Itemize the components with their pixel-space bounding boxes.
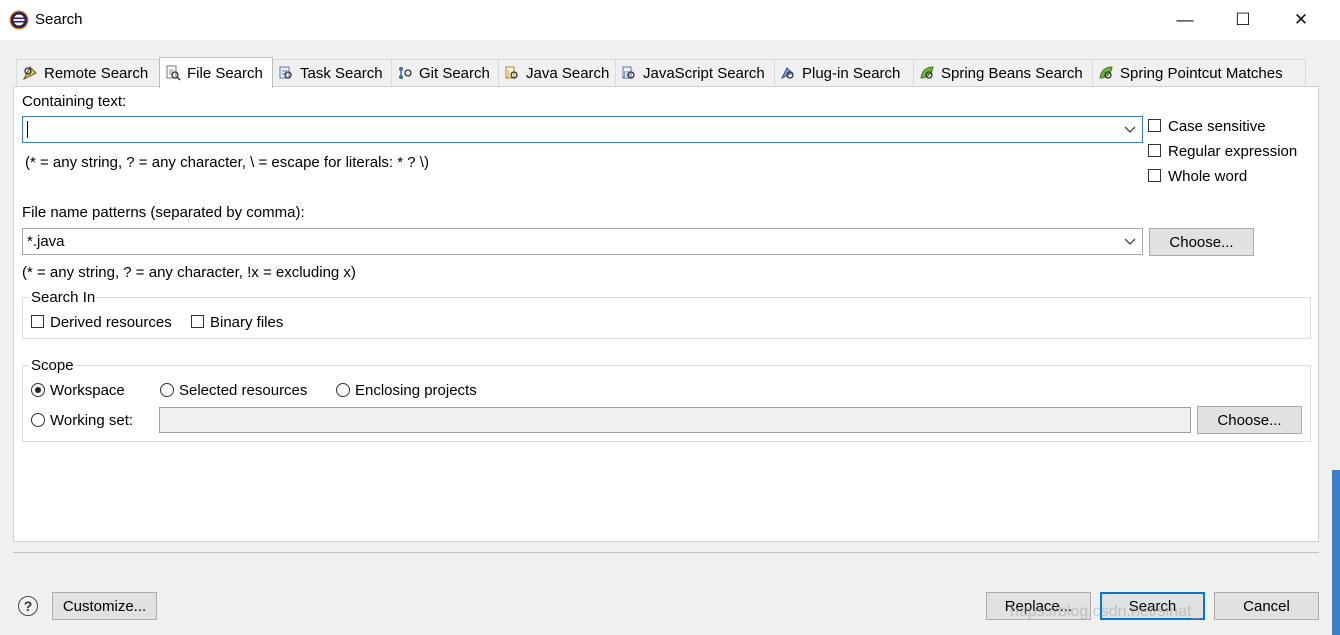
- derived-resources-label[interactable]: Derived resources: [50, 314, 172, 331]
- tab-label: Git Search: [419, 64, 490, 82]
- maximize-icon: ☐: [1235, 10, 1251, 29]
- window-title: Search: [35, 11, 83, 28]
- file-patterns-hint: (* = any string, ? = any character, !x =…: [22, 264, 356, 281]
- tab-plugin-search[interactable]: Plug-in Search: [774, 59, 914, 86]
- choose-working-set-button[interactable]: Choose...: [1197, 406, 1302, 434]
- eclipse-app-icon: [9, 10, 29, 30]
- scope-title: Scope: [29, 357, 76, 374]
- tab-javascript-search[interactable]: JS JavaScript Search: [615, 59, 775, 86]
- regular-expression-checkbox[interactable]: [1148, 144, 1161, 157]
- whole-word-label[interactable]: Whole word: [1168, 168, 1247, 185]
- tab-task-search[interactable]: Task Search: [272, 59, 392, 86]
- text-cursor: [27, 121, 28, 138]
- customize-button[interactable]: Customize...: [52, 592, 157, 620]
- task-search-icon: [279, 66, 292, 79]
- enclosing-projects-label[interactable]: Enclosing projects: [355, 382, 477, 399]
- button-label: Customize...: [62, 597, 147, 615]
- title-bar: Search — ☐ ✕: [0, 0, 1340, 40]
- working-set-field: [159, 407, 1191, 433]
- git-search-icon: [399, 67, 412, 79]
- remote-search-icon: [22, 66, 37, 81]
- workspace-radio[interactable]: [31, 383, 45, 397]
- regular-expression-label[interactable]: Regular expression: [1168, 143, 1297, 160]
- background-window-edge: [1332, 470, 1340, 635]
- tab-git-search[interactable]: Git Search: [391, 59, 499, 86]
- maximize-button[interactable]: ☐: [1214, 0, 1272, 40]
- watermark: https://blog.csdn.net/sinat_: [1010, 603, 1201, 620]
- file-patterns-value: *.java: [27, 233, 65, 250]
- file-search-icon: [166, 65, 181, 81]
- chevron-down-icon[interactable]: [1124, 236, 1136, 246]
- tab-java-search[interactable]: J Java Search: [498, 59, 616, 86]
- spring-pointcut-icon: [1099, 66, 1113, 79]
- working-set-radio[interactable]: [31, 413, 45, 427]
- selected-resources-radio[interactable]: [160, 383, 174, 397]
- tab-label: Java Search: [526, 64, 610, 82]
- tab-file-search[interactable]: File Search: [159, 57, 273, 88]
- close-button[interactable]: ✕: [1272, 0, 1330, 40]
- case-sensitive-checkbox[interactable]: [1148, 119, 1161, 132]
- derived-resources-checkbox[interactable]: [31, 315, 44, 328]
- tab-label: JavaScript Search: [643, 64, 765, 82]
- tab-label: Spring Pointcut Matches: [1120, 64, 1283, 82]
- containing-text-input[interactable]: [22, 116, 1143, 143]
- spring-beans-search-icon: [920, 66, 934, 79]
- tab-spring-pointcut-matches[interactable]: Spring Pointcut Matches: [1092, 59, 1306, 86]
- search-in-title: Search In: [29, 289, 98, 306]
- file-patterns-input[interactable]: *.java: [22, 228, 1143, 255]
- tab-label: Task Search: [300, 64, 383, 82]
- whole-word-checkbox[interactable]: [1148, 169, 1161, 182]
- footer-separator: [13, 552, 1319, 553]
- minimize-icon: —: [1176, 10, 1194, 29]
- help-glyph: ?: [23, 598, 33, 614]
- javascript-search-icon: JS: [622, 66, 635, 79]
- chevron-down-icon[interactable]: [1124, 124, 1136, 134]
- containing-text-hint: (* = any string, ? = any character, \ = …: [25, 154, 429, 171]
- tab-label: Remote Search: [44, 64, 149, 82]
- choose-file-patterns-button[interactable]: Choose...: [1149, 228, 1254, 256]
- enclosing-projects-radio[interactable]: [336, 383, 350, 397]
- tab-label: Plug-in Search: [802, 64, 901, 82]
- java-search-icon: J: [505, 66, 518, 79]
- tab-spring-beans-search[interactable]: Spring Beans Search: [913, 59, 1093, 86]
- working-set-label[interactable]: Working set:: [50, 412, 133, 429]
- minimize-button[interactable]: —: [1156, 0, 1214, 40]
- binary-files-label[interactable]: Binary files: [210, 314, 283, 331]
- workspace-label[interactable]: Workspace: [50, 382, 125, 399]
- plugin-search-icon: [780, 67, 794, 80]
- binary-files-checkbox[interactable]: [191, 315, 204, 328]
- selected-resources-label[interactable]: Selected resources: [179, 382, 307, 399]
- tab-label: File Search: [187, 64, 263, 82]
- button-label: Cancel: [1243, 597, 1290, 615]
- button-label: Choose...: [1217, 411, 1282, 429]
- button-label: Choose...: [1169, 233, 1234, 251]
- cancel-button[interactable]: Cancel: [1214, 592, 1319, 620]
- close-icon: ✕: [1293, 10, 1309, 29]
- case-sensitive-label[interactable]: Case sensitive: [1168, 118, 1266, 135]
- tab-remote-search[interactable]: Remote Search: [16, 59, 160, 86]
- file-patterns-label: File name patterns (separated by comma):: [22, 204, 305, 221]
- search-tab-bar: Remote Search File Search Task Search Gi…: [16, 57, 1306, 88]
- tab-label: Spring Beans Search: [941, 64, 1083, 82]
- help-icon[interactable]: ?: [18, 596, 38, 616]
- containing-text-label: Containing text:: [22, 93, 127, 110]
- svg-text:J: J: [506, 69, 509, 78]
